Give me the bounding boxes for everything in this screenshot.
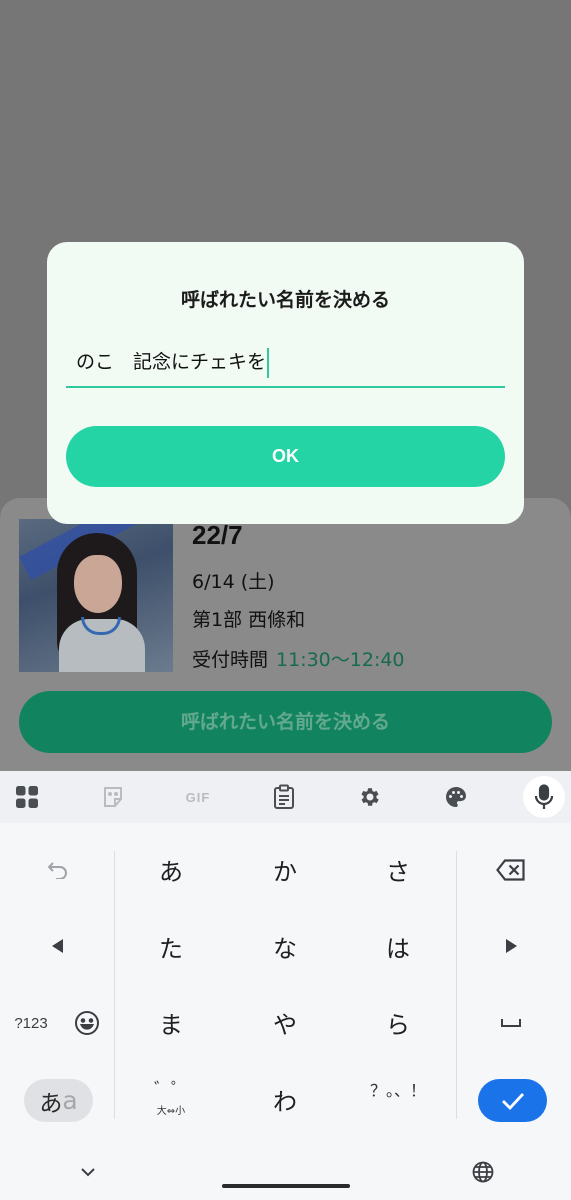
key-a[interactable]: あ <box>121 834 221 904</box>
text-caret <box>267 347 270 378</box>
decide-name-button[interactable]: 呼ばれたい名前を決める <box>19 691 552 753</box>
member-photo <box>19 519 173 672</box>
sticker-icon[interactable] <box>88 771 138 823</box>
event-part: 第1部 西條和 <box>192 609 306 631</box>
apps-icon[interactable] <box>2 771 52 823</box>
number-mode-key[interactable]: ?123 <box>0 993 62 1053</box>
key-ta[interactable]: た <box>121 911 221 981</box>
key-ra[interactable]: ら <box>348 987 448 1057</box>
dakuten-sub: 大⇔小 <box>156 1106 186 1117</box>
key-wa[interactable]: わ <box>235 1064 335 1134</box>
cursor-left-icon[interactable] <box>28 916 88 976</box>
punctuation-label: ？。、！ <box>369 1081 426 1100</box>
kana-mode-label: あ <box>39 1090 63 1117</box>
globe-icon[interactable] <box>453 1142 513 1200</box>
reception-label: 受付時間 <box>192 649 269 671</box>
key-ka[interactable]: か <box>235 834 335 904</box>
keyboard-divider <box>456 851 457 1119</box>
gear-icon[interactable] <box>345 771 395 823</box>
hide-keyboard-icon[interactable] <box>58 1142 118 1200</box>
key-sa[interactable]: さ <box>348 834 448 904</box>
keyboard-divider <box>114 851 115 1119</box>
punctuation-key[interactable]: ？。、！ <box>348 1074 448 1144</box>
name-input-value: のこ 記念にチェキを <box>76 351 267 373</box>
palette-icon[interactable] <box>431 771 481 823</box>
cursor-right-icon[interactable] <box>481 916 541 976</box>
backspace-icon[interactable] <box>481 840 541 900</box>
reception-time: 11:30〜12:40 <box>276 649 405 671</box>
mic-icon[interactable] <box>523 776 565 818</box>
key-na[interactable]: な <box>235 911 335 981</box>
key-ya[interactable]: や <box>235 987 335 1057</box>
event-date: 6/14 (土) <box>192 571 275 593</box>
kana-mode-alt: a <box>62 1086 78 1115</box>
reception-info: 受付時間 11:30〜12:40 <box>192 645 405 672</box>
gif-button[interactable]: GIF <box>173 771 223 823</box>
enter-check-button[interactable] <box>478 1079 547 1122</box>
kana-mode-toggle[interactable]: あa <box>24 1079 93 1122</box>
undo-icon[interactable] <box>28 840 88 900</box>
group-name: 22/7 <box>192 520 243 550</box>
clipboard-icon[interactable] <box>259 771 309 823</box>
name-input[interactable]: のこ 記念にチェキを <box>66 340 505 388</box>
gesture-nav-bar[interactable] <box>222 1184 350 1188</box>
key-ha[interactable]: は <box>348 911 448 981</box>
space-icon[interactable] <box>481 993 541 1053</box>
dialog-title: 呼ばれたい名前を決める <box>180 289 390 311</box>
dakuten-key[interactable]: ゛゜ 大⇔小 <box>121 1080 221 1150</box>
key-ma[interactable]: ま <box>121 987 221 1057</box>
dakuten-label: ゛゜ <box>154 1080 188 1100</box>
emoji-icon[interactable] <box>57 993 117 1053</box>
ok-button[interactable]: OK <box>66 426 505 487</box>
